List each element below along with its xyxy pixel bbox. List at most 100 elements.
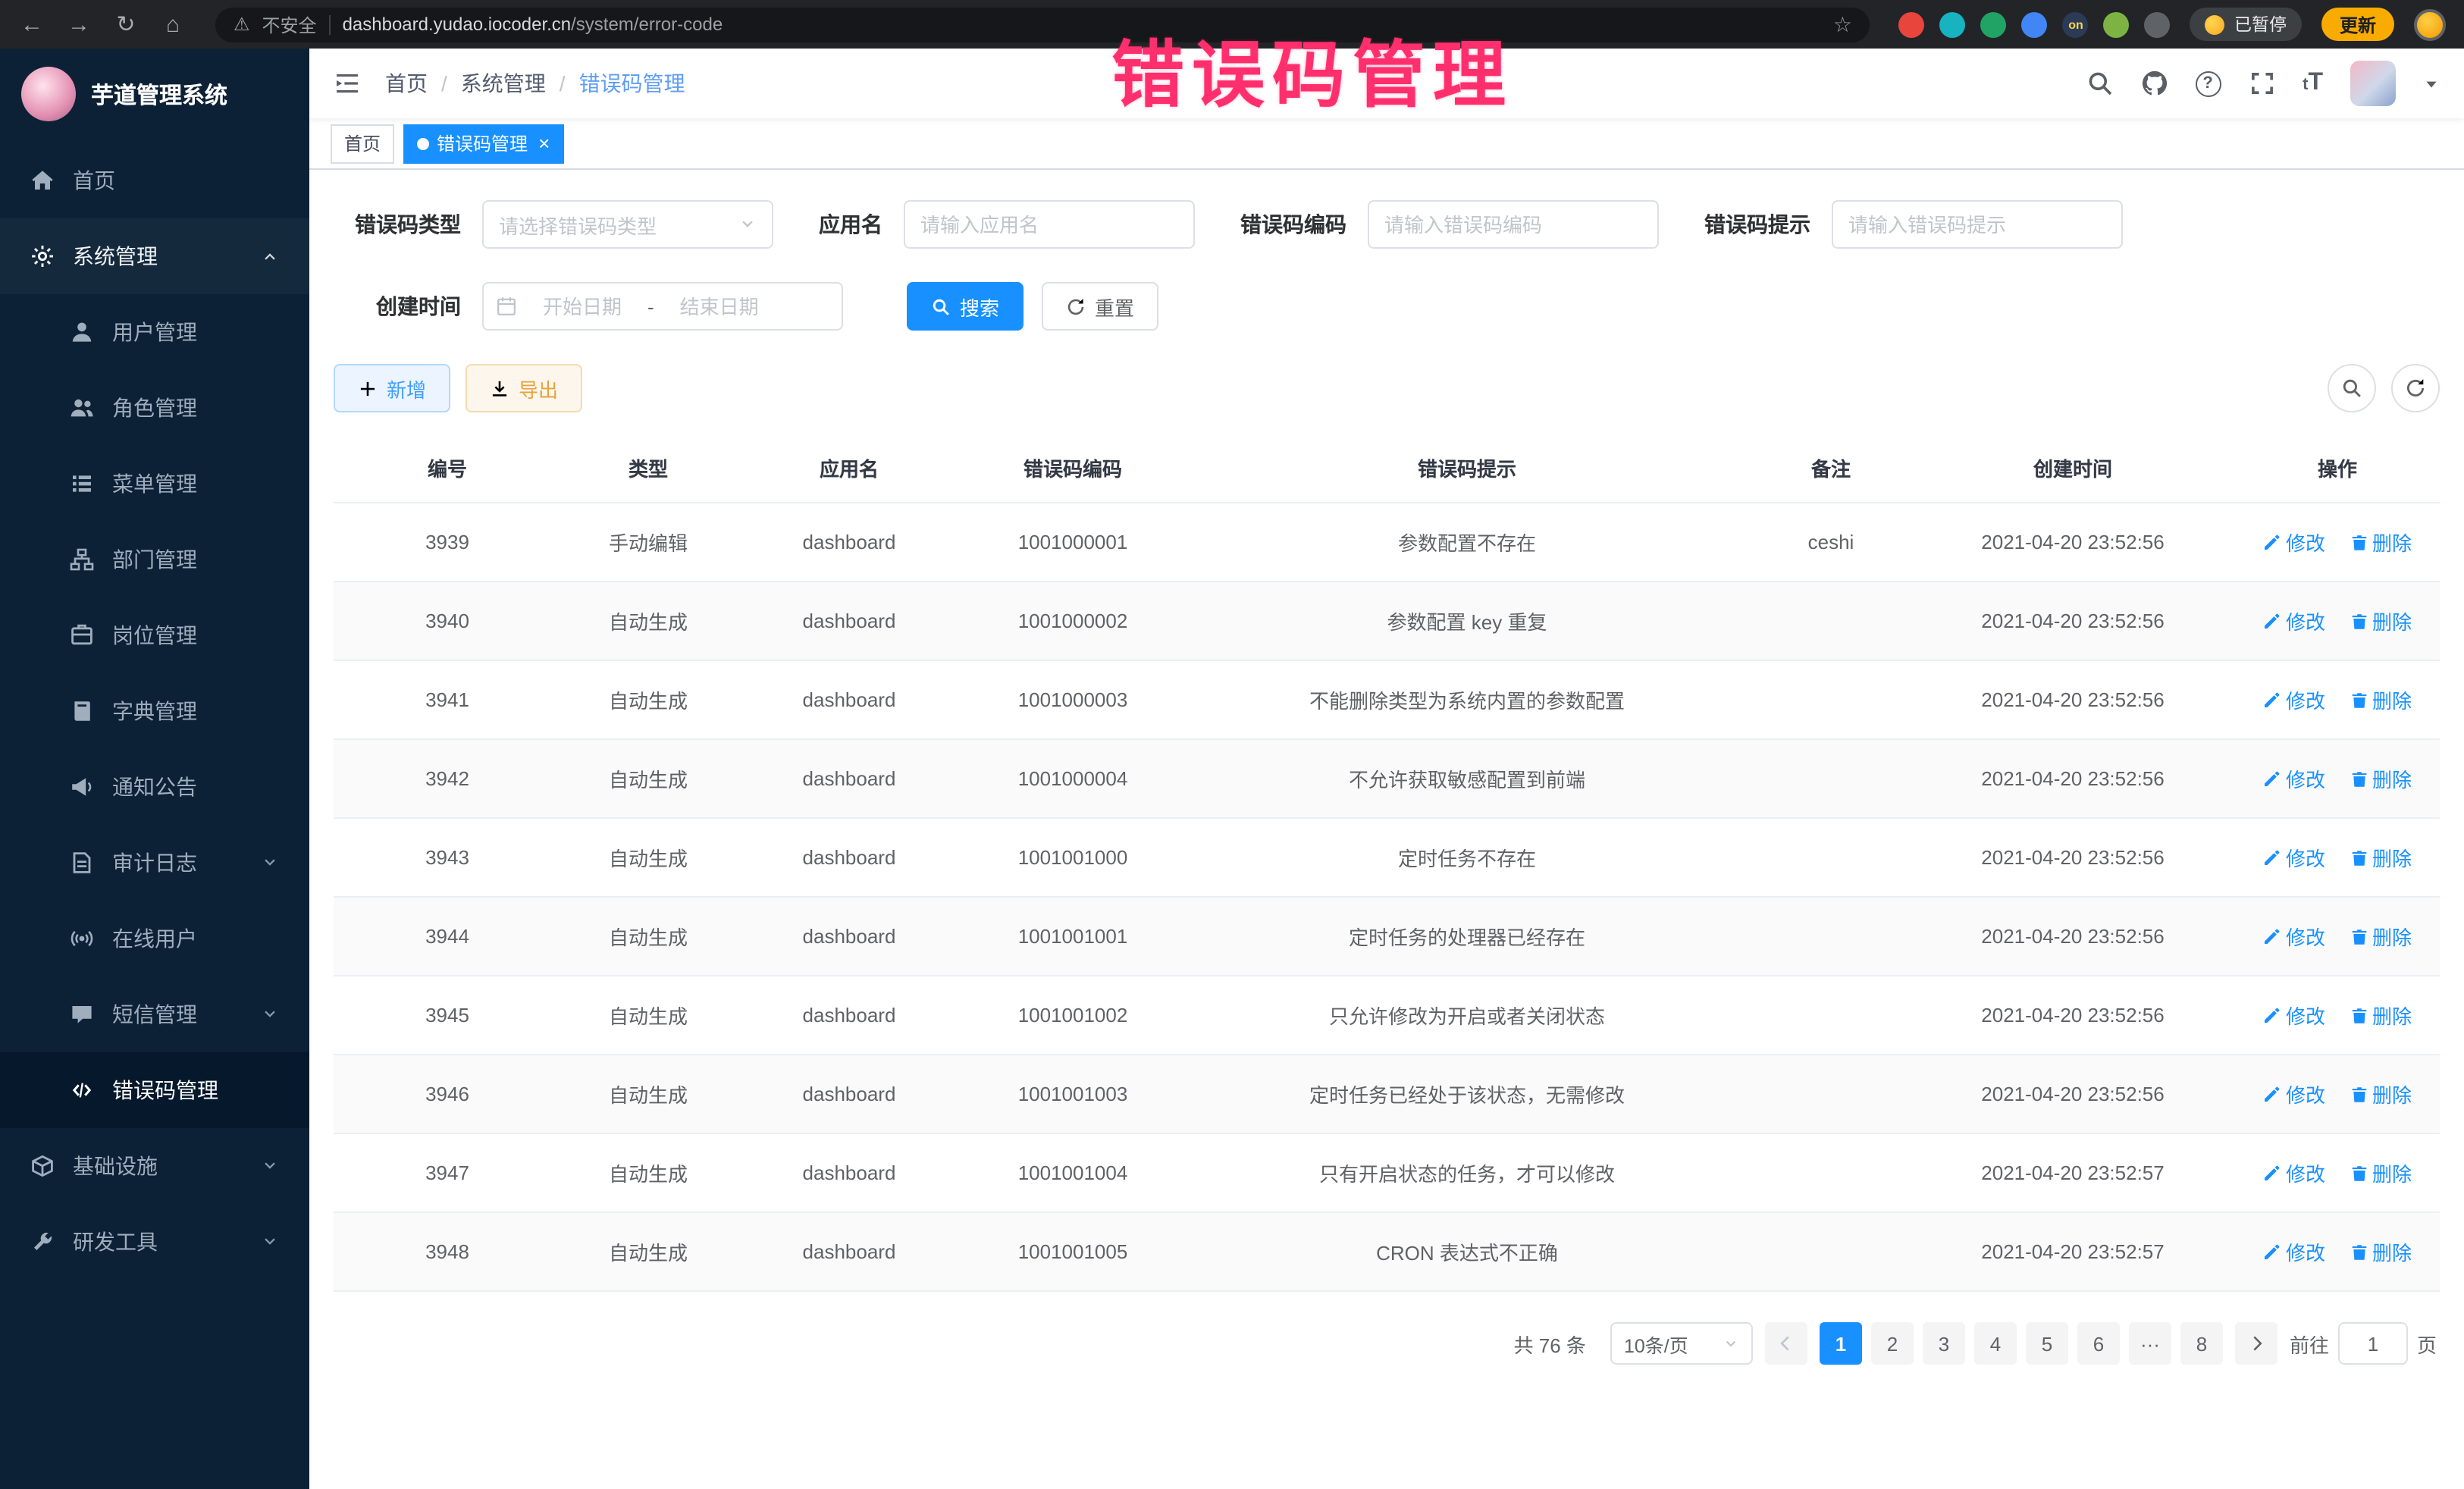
error-type-select[interactable]: 请选择错误码类型	[482, 200, 773, 249]
page-button[interactable]: 8	[2180, 1322, 2223, 1365]
tab-home[interactable]: 首页	[331, 124, 394, 163]
update-button[interactable]: 更新	[2321, 8, 2394, 41]
fullscreen-icon[interactable]	[2248, 70, 2275, 97]
delete-button[interactable]: 删除	[2350, 843, 2412, 872]
delete-button[interactable]: 删除	[2350, 685, 2412, 714]
cell-time: 2021-04-20 23:52:57	[1911, 1212, 2235, 1291]
page-button[interactable]: 3	[1923, 1322, 1965, 1365]
page-size-select[interactable]: 10条/页	[1610, 1322, 1753, 1365]
tab-error-code[interactable]: 错误码管理	[403, 124, 563, 163]
github-icon[interactable]	[2140, 70, 2168, 97]
start-date-input[interactable]	[523, 295, 641, 318]
sidebar-item-dict[interactable]: 字典管理	[0, 673, 309, 749]
edit-button[interactable]: 修改	[2263, 607, 2325, 635]
extension-teal-icon[interactable]	[1940, 11, 1966, 37]
extension-green-icon[interactable]	[1981, 11, 2007, 37]
add-button[interactable]: 新增	[334, 364, 450, 412]
table-row: 3945自动生成dashboard1001001002只允许修改为开启或者关闭状…	[334, 976, 2440, 1055]
export-button[interactable]: 导出	[466, 364, 582, 412]
sidebar-item-depts[interactable]: 部门管理	[0, 522, 309, 597]
extension-dark-icon[interactable]: on	[2063, 11, 2089, 37]
paused-badge[interactable]: 已暂停	[2190, 8, 2302, 41]
delete-button[interactable]: 删除	[2350, 1001, 2412, 1030]
close-icon[interactable]	[538, 133, 550, 153]
sidebar-item-posts[interactable]: 岗位管理	[0, 597, 309, 673]
sidebar-item-error-code[interactable]: 错误码管理	[0, 1052, 309, 1128]
chevron-down-icon[interactable]	[2423, 75, 2440, 92]
page-button[interactable]: 4	[1974, 1322, 2017, 1365]
chevron-down-icon	[261, 1005, 279, 1023]
sidebar-item-online-users[interactable]: 在线用户	[0, 901, 309, 976]
font-size-icon[interactable]	[2303, 70, 2323, 97]
delete-button[interactable]: 删除	[2350, 764, 2412, 793]
search-button[interactable]: 搜索	[907, 282, 1024, 331]
page-button[interactable]: 6	[2077, 1322, 2120, 1365]
sidebar-item-menus[interactable]: 菜单管理	[0, 446, 309, 522]
delete-button[interactable]: 删除	[2350, 1237, 2412, 1266]
extension-lime-icon[interactable]	[2104, 11, 2130, 37]
edit-button[interactable]: 修改	[2263, 1080, 2325, 1108]
delete-button[interactable]: 删除	[2350, 922, 2412, 951]
delete-button[interactable]: 删除	[2350, 528, 2412, 556]
sidebar-item-home[interactable]: 首页	[0, 143, 309, 218]
edit-button[interactable]: 修改	[2263, 922, 2325, 951]
breadcrumb-item[interactable]: 系统管理	[461, 68, 546, 99]
browser-profile-avatar[interactable]	[2414, 8, 2446, 40]
back-icon[interactable]	[18, 11, 45, 37]
app-logo[interactable]: 芋道管理系统	[0, 49, 309, 139]
breadcrumb-item[interactable]: 首页	[385, 68, 428, 99]
edit-button[interactable]: 修改	[2263, 528, 2325, 556]
prev-page-button[interactable]	[1765, 1322, 1807, 1365]
cell-actions: 修改删除	[2235, 897, 2440, 976]
bookmark-star-icon[interactable]	[1833, 11, 1852, 37]
edit-button[interactable]: 修改	[2263, 1001, 2325, 1030]
goto-page-input[interactable]	[2338, 1322, 2408, 1365]
collapse-sidebar-icon[interactable]	[334, 70, 361, 97]
reset-button[interactable]: 重置	[1042, 282, 1158, 331]
extension-gray-icon[interactable]	[2145, 11, 2171, 37]
sidebar-item-sms[interactable]: 短信管理	[0, 976, 309, 1052]
refresh-button[interactable]	[2391, 364, 2440, 412]
sidebar-item-users[interactable]: 用户管理	[0, 294, 309, 370]
table-row: 3947自动生成dashboard1001001004只有开启状态的任务，才可以…	[334, 1133, 2440, 1212]
forward-icon[interactable]	[65, 11, 92, 37]
edit-button[interactable]: 修改	[2263, 764, 2325, 793]
more-pages-button[interactable]: ···	[2129, 1322, 2171, 1365]
end-date-input[interactable]	[660, 295, 779, 318]
sidebar-item-system[interactable]: 系统管理	[0, 218, 309, 294]
page-button[interactable]: 5	[2026, 1322, 2068, 1365]
error-code-input[interactable]	[1368, 200, 1659, 249]
search-icon[interactable]	[2086, 70, 2113, 97]
cell-hint: 定时任务的处理器已经存在	[1183, 897, 1751, 976]
edit-button[interactable]: 修改	[2263, 685, 2325, 714]
delete-button[interactable]: 删除	[2350, 1158, 2412, 1187]
cell-remark: ceshi	[1751, 503, 1911, 581]
extension-red-icon[interactable]	[1899, 11, 1925, 37]
cell-actions: 修改删除	[2235, 739, 2440, 818]
reload-icon[interactable]	[112, 11, 140, 38]
table-row: 3942自动生成dashboard1001000004不允许获取敏感配置到前端2…	[334, 739, 2440, 818]
app-name-input[interactable]	[904, 200, 1195, 249]
delete-button[interactable]: 删除	[2350, 1080, 2412, 1108]
sidebar-item-infra[interactable]: 基础设施	[0, 1128, 309, 1204]
extension-blue-icon[interactable]	[2022, 11, 2048, 37]
sidebar-item-dev-tools[interactable]: 研发工具	[0, 1204, 309, 1280]
edit-button[interactable]: 修改	[2263, 1237, 2325, 1266]
error-hint-input[interactable]	[1832, 200, 2123, 249]
delete-button[interactable]: 删除	[2350, 607, 2412, 635]
breadcrumb-item: 错误码管理	[579, 68, 685, 99]
page-button[interactable]: 2	[1871, 1322, 1914, 1365]
sidebar-item-audit-log[interactable]: 审计日志	[0, 825, 309, 901]
sidebar-item-roles[interactable]: 角色管理	[0, 370, 309, 446]
date-range-picker[interactable]: -	[482, 282, 843, 331]
edit-button[interactable]: 修改	[2263, 843, 2325, 872]
sidebar-item-notice[interactable]: 通知公告	[0, 749, 309, 825]
browser-home-icon[interactable]	[159, 11, 187, 37]
next-page-button[interactable]	[2235, 1322, 2277, 1365]
toggle-search-button[interactable]	[2328, 364, 2376, 412]
page-button[interactable]: 1	[1820, 1322, 1862, 1365]
edit-button[interactable]: 修改	[2263, 1158, 2325, 1187]
user-avatar[interactable]	[2350, 61, 2396, 106]
address-bar[interactable]: 不安全 dashboard.yudao.iocoder.cn/system/er…	[215, 7, 1870, 42]
help-icon[interactable]	[2195, 71, 2221, 96]
